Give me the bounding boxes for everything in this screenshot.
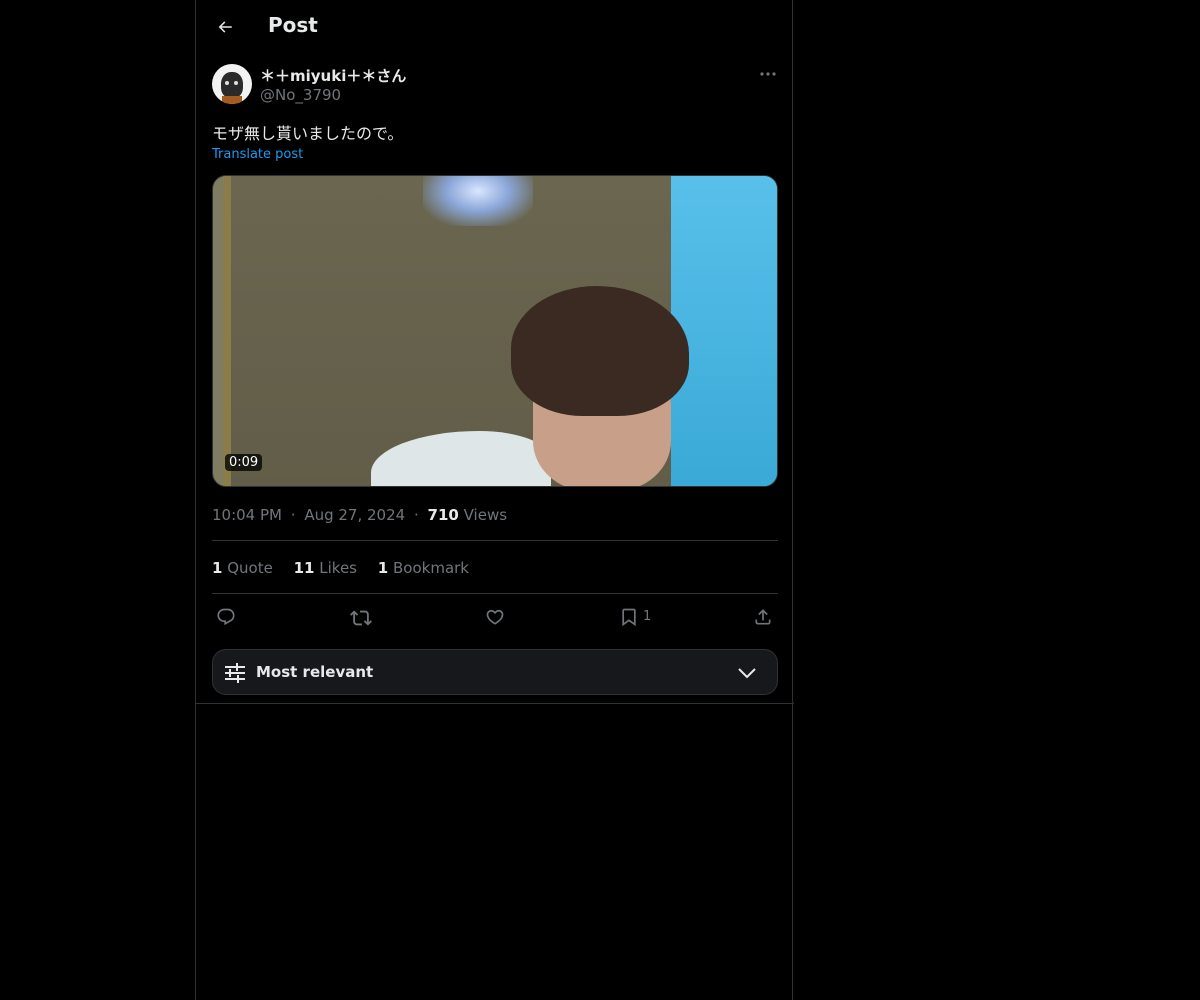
- video-frame-wall: [671, 176, 777, 486]
- repost-icon: [350, 610, 372, 626]
- divider: [212, 593, 778, 594]
- reply-button[interactable]: [212, 605, 238, 631]
- video-frame-hair: [511, 286, 689, 416]
- views-label: Views: [463, 506, 508, 524]
- divider: [212, 540, 778, 541]
- post-time[interactable]: 10:04 PM: [212, 506, 282, 524]
- filter-sliders-icon: [225, 663, 245, 683]
- post-actions: 1: [212, 605, 778, 631]
- likes-stat[interactable]: 11 Likes: [294, 559, 357, 577]
- display-name[interactable]: ＊＋miyuki＋＊さん: [260, 65, 406, 86]
- share-icon: [755, 609, 771, 625]
- bookmark-button[interactable]: 1: [615, 605, 665, 631]
- post-date[interactable]: Aug 27, 2024: [304, 506, 405, 524]
- heart-icon: [486, 609, 504, 625]
- repost-button[interactable]: [346, 605, 372, 631]
- post-stats: 1 Quote 11 Likes 1 Bookmark: [212, 559, 485, 577]
- avatar-eye: [234, 81, 238, 85]
- reply-sort-dropdown[interactable]: Most relevant: [212, 649, 778, 695]
- bookmarks-count: 1: [377, 559, 389, 577]
- avatar[interactable]: [212, 64, 252, 104]
- likes-label: Likes: [319, 559, 357, 577]
- quotes-label: Quote: [227, 559, 273, 577]
- bookmark-count: 1: [643, 609, 652, 624]
- user-handle[interactable]: @No_3790: [260, 86, 341, 104]
- video-player[interactable]: 0:09: [212, 175, 778, 487]
- bookmarks-label: Bookmark: [393, 559, 469, 577]
- avatar-face: [221, 72, 243, 98]
- chevron-down-icon: [738, 668, 756, 679]
- bookmarks-stat[interactable]: 1 Bookmark: [378, 559, 469, 577]
- sort-label: Most relevant: [256, 663, 374, 681]
- more-options-button[interactable]: [758, 64, 778, 84]
- main-column: Post ＊＋miyuki＋＊さん @No_3790 モザ無し貰いましたので。 …: [195, 0, 794, 1000]
- quotes-stat[interactable]: 1 Quote: [212, 559, 273, 577]
- post-meta: 10:04 PM · Aug 27, 2024 · 710 Views: [212, 506, 507, 524]
- avatar-eye: [225, 81, 229, 85]
- page-header: Post: [196, 0, 794, 53]
- post-text: モザ無し貰いましたので。: [212, 124, 404, 143]
- quotes-count: 1: [212, 559, 223, 577]
- section-divider: [196, 703, 794, 704]
- more-icon: [760, 72, 776, 76]
- bookmark-icon: [622, 608, 636, 627]
- page-title: Post: [268, 13, 318, 37]
- reply-icon: [217, 608, 235, 626]
- views-count: 710: [427, 506, 459, 524]
- meta-separator: ·: [290, 506, 296, 524]
- likes-count: 11: [293, 559, 315, 577]
- avatar-collar: [222, 96, 242, 104]
- video-frame-light: [423, 176, 533, 226]
- back-button[interactable]: [208, 10, 242, 44]
- meta-separator: ·: [413, 506, 419, 524]
- like-button[interactable]: [481, 605, 507, 631]
- arrow-left-icon: [218, 21, 232, 33]
- video-duration-badge: 0:09: [225, 454, 263, 471]
- translate-post-link[interactable]: Translate post: [212, 147, 303, 162]
- share-button[interactable]: [749, 605, 775, 631]
